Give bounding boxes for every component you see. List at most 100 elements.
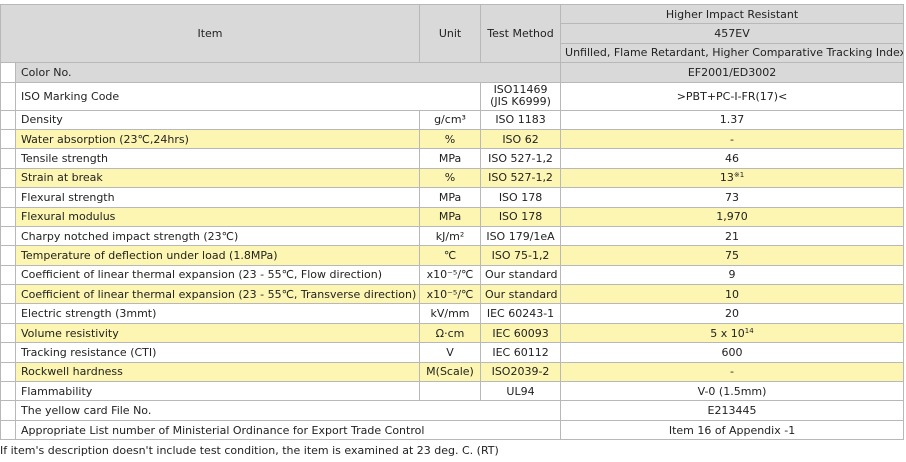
property-value: - (560, 361, 905, 383)
row-indent (0, 400, 16, 421)
property-value: 9 (560, 264, 905, 286)
property-value: 1,970 (560, 206, 905, 227)
property-method: Our standard (480, 264, 562, 286)
property-method: ISO 1183 (480, 109, 562, 130)
color-no-label: Color No. (14, 62, 562, 83)
property-label: Electric strength (3mmt) (14, 303, 421, 324)
property-unit: MPa (419, 148, 482, 169)
table-row: Volume resistivity Ω·cm IEC 60093 5 x 1014 (0, 322, 905, 344)
property-unit: kV/mm (419, 303, 482, 324)
property-unit: MPa (419, 187, 482, 208)
row-indent (0, 342, 16, 363)
grade-desc-header: Unfilled, Flame Retardant, Higher Compar… (560, 42, 905, 64)
property-method: ISO 179/1eA (480, 225, 562, 247)
row-indent (0, 206, 16, 227)
row-indent (0, 167, 16, 189)
property-value: 21 (560, 225, 905, 247)
table-row: Water absorption (23℃,24hrs)% ISO 62- (0, 128, 905, 150)
property-unit: g/cm³ (419, 109, 482, 130)
property-value: V-0 (1.5mm) (560, 381, 905, 402)
yellow-card-value: E213445 (560, 400, 905, 421)
color-no-value: EF2001/ED3002 (560, 62, 905, 83)
property-value-text: 5 x 10 (710, 326, 745, 340)
property-method: ISO 178 (480, 206, 562, 227)
item-header: Item (0, 3, 421, 64)
property-value: 46 (560, 148, 905, 169)
row-indent (0, 81, 16, 111)
row-indent (0, 361, 16, 383)
grade-group-header: Higher Impact Resistant (560, 3, 905, 25)
property-unit: % (419, 128, 482, 150)
iso-marking-label: ISO Marking Code (14, 81, 482, 111)
table-row: Density g/cm³ ISO 1183 1.37 (0, 109, 905, 130)
row-indent (0, 225, 16, 247)
test-method-header: Test Method (480, 3, 562, 64)
export-control-label: Appropriate List number of Ministerial O… (14, 419, 562, 441)
property-value-superscript: ※1 (733, 171, 745, 180)
property-value: 1.37 (560, 109, 905, 130)
property-unit: M(Scale) (419, 361, 482, 383)
property-label: Rockwell hardness (14, 361, 421, 383)
property-unit: Ω·cm (419, 322, 482, 344)
property-value: - (560, 128, 905, 150)
property-method: ISO 527-1,2 (480, 148, 562, 169)
row-indent (0, 419, 16, 441)
property-method: ISO 62 (480, 128, 562, 150)
property-label: Flammability (14, 381, 421, 402)
iso-marking-value: >PBT+PC-I-FR(17)< (560, 81, 905, 111)
table-row: Rockwell hardness M(Scale) ISO2039-2- (0, 361, 905, 383)
table-row: Flexural modulus MPa ISO 178 1,970 (0, 206, 905, 227)
iso-marking-method: ISO11469 (JIS K6999) (480, 81, 562, 111)
property-method: Our standard (480, 284, 562, 305)
property-value: 13※1 (560, 167, 905, 189)
property-unit: V (419, 342, 482, 363)
row-indent (0, 303, 16, 324)
property-method: UL94 (480, 381, 562, 402)
property-method: IEC 60243-1 (480, 303, 562, 324)
property-value: 10 (560, 284, 905, 305)
footnote: If item's description doesn't include te… (0, 444, 499, 457)
property-value: 20 (560, 303, 905, 324)
row-indent (0, 128, 16, 150)
property-method: IEC 60112 (480, 342, 562, 363)
table-row: Flammability UL94 V-0 (1.5mm) (0, 381, 905, 402)
row-indent (0, 322, 16, 344)
property-value: 5 x 1014 (560, 322, 905, 344)
table-row: Charpy notched impact strength (23℃) kJ/m… (0, 225, 905, 247)
property-value-superscript: 14 (744, 326, 754, 335)
table-row: Electric strength (3mmt) kV/mm IEC 60243-1… (0, 303, 905, 324)
properties-table: Item Unit Test Method Higher Impact Resi… (0, 3, 905, 441)
property-value: 75 (560, 245, 905, 266)
property-label: Volume resistivity (14, 322, 421, 344)
property-unit: x10⁻⁵/℃ (419, 264, 482, 286)
property-label: Water absorption (23℃,24hrs) (14, 128, 421, 150)
row-indent (0, 245, 16, 266)
yellow-card-label: The yellow card File No. (14, 400, 562, 421)
property-unit: ℃ (419, 245, 482, 266)
property-label: Flexural strength (14, 187, 421, 208)
unit-header: Unit (419, 3, 482, 64)
property-label: Coefficient of linear thermal expansion … (14, 264, 421, 286)
property-label: Strain at break (14, 167, 421, 189)
table-row: Flexural strength MPa ISO 178 73 (0, 187, 905, 208)
grade-header: 457EV (560, 23, 905, 44)
property-unit (419, 381, 482, 402)
property-label: Density (14, 109, 421, 130)
property-label: Coefficient of linear thermal expansion … (14, 284, 421, 305)
row-indent (0, 62, 16, 83)
property-label: Tensile strength (14, 148, 421, 169)
row-indent (0, 381, 16, 402)
row-indent (0, 264, 16, 286)
property-method: IEC 60093 (480, 322, 562, 344)
row-indent (0, 109, 16, 130)
property-label: Flexural modulus (14, 206, 421, 227)
iso-marking-method-line2: (JIS K6999) (490, 95, 551, 109)
property-unit: x10⁻⁵/℃ (419, 284, 482, 305)
property-method: ISO 527-1,2 (480, 167, 562, 189)
property-method: ISO 178 (480, 187, 562, 208)
property-method: ISO 75-1,2 (480, 245, 562, 266)
property-label: Charpy notched impact strength (23℃) (14, 225, 421, 247)
property-method: ISO2039-2 (480, 361, 562, 383)
property-label: Tracking resistance (CTI) (14, 342, 421, 363)
row-indent (0, 284, 16, 305)
